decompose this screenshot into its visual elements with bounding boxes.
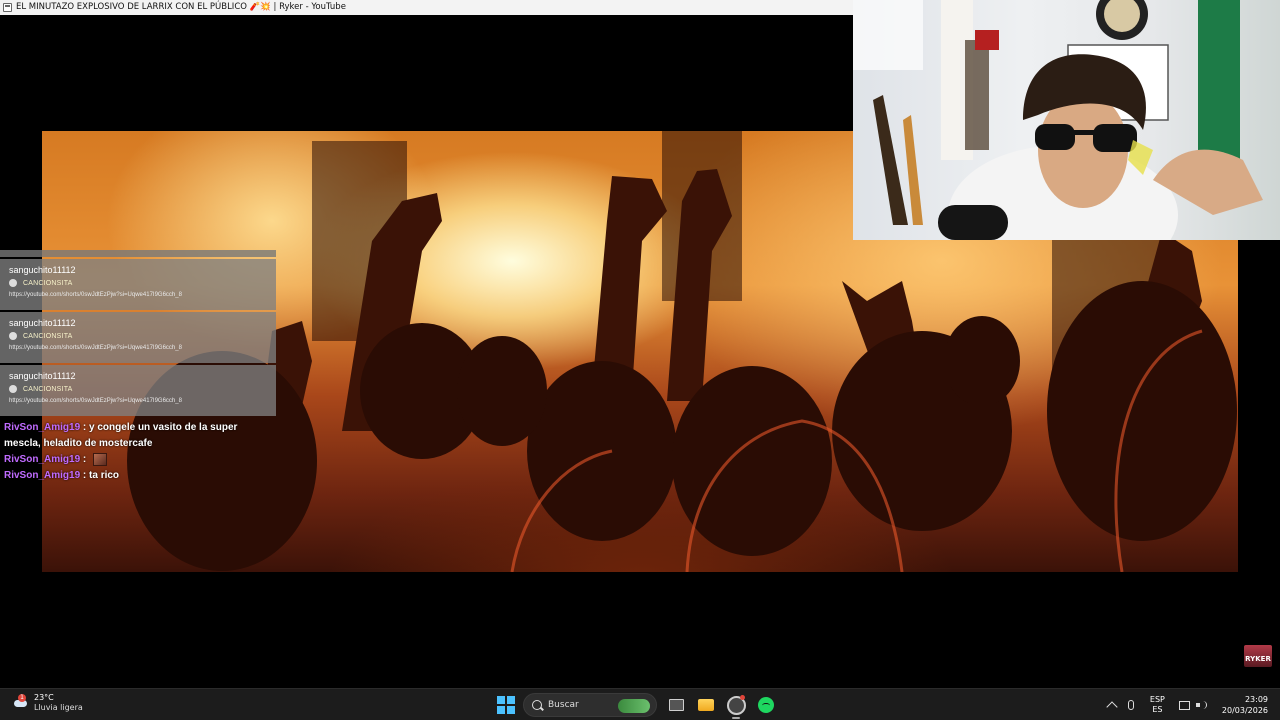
channel-logo: RYKER (1244, 645, 1272, 667)
song-request-card: sanguchito11112 CANCIONSITA https://yout… (0, 312, 276, 363)
chat-separator: : (80, 454, 90, 465)
chat-text: ta rico (89, 470, 120, 481)
language-indicator[interactable]: ESP ES (1150, 695, 1165, 715)
chat-divider (0, 250, 276, 257)
system-tray: ESP ES 23:09 20/03/2026 (1106, 689, 1280, 720)
chat-message: RivSon_Amig19 : (0, 452, 276, 468)
task-view-icon[interactable] (665, 694, 687, 716)
keyboard-layout: ES (1152, 705, 1163, 714)
window-title: EL MINUTAZO EXPLOSIVO DE LARRIX CON EL P… (16, 2, 346, 12)
clock-time: 23:09 (1244, 695, 1268, 704)
microphone-icon[interactable] (1127, 700, 1134, 710)
app-window-icon (3, 3, 12, 12)
cloud-rain-icon: 1 (12, 694, 28, 709)
music-note-icon (9, 332, 17, 340)
song-request-title: CANCIONSITA (23, 385, 73, 393)
chat-message: RivSon_Amig19 : ta rico (0, 468, 276, 484)
volume-icon[interactable] (1195, 700, 1208, 710)
song-request-title: CANCIONSITA (23, 332, 73, 340)
windows-start-icon[interactable] (497, 696, 515, 714)
file-explorer-icon[interactable] (695, 694, 717, 716)
language-code: ESP (1149, 695, 1165, 704)
spotify-icon[interactable] (755, 694, 777, 716)
browser-icon[interactable] (725, 694, 747, 719)
weather-temperature: 23°C (34, 693, 54, 702)
song-request-link[interactable]: https://youtube.com/shorts/0swJdtEzPjw?s… (9, 292, 267, 298)
chat-username: RivSon_Amig19 (4, 422, 81, 433)
taskbar-apps: Buscar (497, 693, 777, 719)
taskbar: 1 23°C Lluvia ligera Buscar ESP ES 23:09… (0, 688, 1280, 720)
song-request-title: CANCIONSITA (23, 279, 73, 287)
music-note-icon (9, 279, 17, 287)
chat-messages: RivSon_Amig19 : y congele un vasito de l… (0, 420, 276, 484)
song-request-card: sanguchito11112 CANCIONSITA https://yout… (0, 259, 276, 310)
weather-description: Lluvia ligera (34, 703, 83, 712)
clock-date: 20/03/2026 (1221, 706, 1268, 715)
search-label: Buscar (548, 700, 579, 710)
song-request-author: sanguchito11112 (9, 265, 76, 275)
chat-username: RivSon_Amig19 (4, 470, 81, 481)
song-request-author: sanguchito11112 (9, 318, 76, 328)
search-icon (532, 700, 542, 710)
song-request-author: sanguchito11112 (9, 371, 76, 381)
webcam-overlay (853, 0, 1280, 240)
clock[interactable]: 23:09 20/03/2026 (1222, 694, 1268, 716)
chat-username: RivSon_Amig19 (4, 454, 81, 465)
song-request-link[interactable]: https://youtube.com/shorts/0swJdtEzPjw?s… (9, 398, 267, 404)
chevron-up-icon[interactable] (1106, 701, 1118, 713)
window-title-bar[interactable]: EL MINUTAZO EXPLOSIVO DE LARRIX CON EL P… (0, 0, 853, 15)
song-request-link[interactable]: https://youtube.com/shorts/0swJdtEzPjw?s… (9, 345, 267, 351)
emote-icon (93, 452, 108, 466)
notification-badge: 1 (18, 694, 26, 702)
music-note-icon (9, 385, 17, 393)
chat-song-requests: sanguchito11112 CANCIONSITA https://yout… (0, 250, 276, 416)
chat-separator: : (80, 470, 90, 481)
network-icon[interactable] (1178, 700, 1190, 710)
taskbar-search[interactable]: Buscar (523, 693, 657, 717)
weather-widget[interactable]: 1 23°C Lluvia ligera (12, 693, 83, 713)
song-request-card: sanguchito11112 CANCIONSITA https://yout… (0, 365, 276, 416)
search-highlight-icon (618, 699, 650, 713)
chat-message: RivSon_Amig19 : y congele un vasito de l… (0, 420, 276, 452)
streamer-cam (853, 0, 1263, 240)
chat-separator: : (80, 422, 90, 433)
